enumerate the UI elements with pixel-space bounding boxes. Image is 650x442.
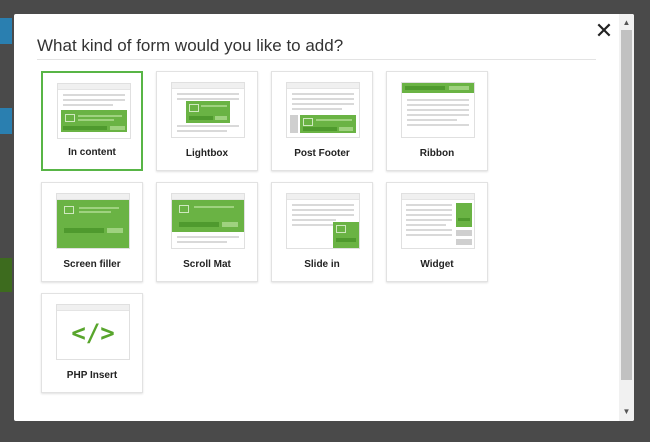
form-type-label: Screen filler	[63, 259, 121, 270]
close-icon[interactable]: ✕	[594, 20, 614, 42]
background-tab	[0, 18, 12, 44]
form-type-label: Slide in	[304, 259, 340, 270]
form-type-lightbox[interactable]: Lightbox	[156, 71, 258, 171]
form-type-label: Widget	[420, 259, 454, 270]
scroll-up-icon[interactable]: ▲	[619, 16, 634, 30]
form-type-label: Lightbox	[185, 148, 229, 159]
scroll-thumb[interactable]	[621, 30, 632, 380]
form-type-ribbon[interactable]: Ribbon	[386, 71, 488, 171]
background-image	[0, 258, 12, 292]
title-divider	[37, 59, 596, 60]
background-button	[0, 108, 12, 134]
form-type-in-content[interactable]: In content	[41, 71, 143, 171]
form-type-label: In content	[68, 147, 116, 158]
form-type-label: Ribbon	[419, 148, 455, 159]
form-type-screen-filler[interactable]: Screen filler	[41, 182, 143, 282]
modal-title: What kind of form would you like to add?	[37, 36, 344, 55]
form-type-widget[interactable]: Widget	[386, 182, 488, 282]
screen-filler-preview-icon	[56, 193, 130, 249]
in-content-preview-icon	[57, 83, 131, 139]
post-footer-preview-icon	[286, 82, 360, 138]
form-type-slide-in[interactable]: Slide in	[271, 182, 373, 282]
modal-scrollbar[interactable]: ▲ ▼	[619, 14, 634, 421]
widget-preview-icon	[401, 193, 475, 249]
php-insert-preview: </>	[56, 304, 130, 360]
ribbon-preview-icon	[401, 82, 475, 138]
form-type-php-insert[interactable]: </> PHP Insert	[41, 293, 143, 393]
form-type-label: Post Footer	[294, 148, 350, 159]
scroll-mat-preview-icon	[171, 193, 245, 249]
form-type-post-footer[interactable]: Post Footer	[271, 71, 373, 171]
code-icon: </>	[71, 319, 115, 347]
form-type-label: PHP Insert	[66, 370, 118, 381]
slide-in-preview-icon	[286, 193, 360, 249]
form-type-label: Scroll Mat	[183, 259, 231, 270]
form-type-modal: What kind of form would you like to add?…	[14, 14, 634, 421]
scroll-down-icon[interactable]: ▼	[619, 405, 634, 419]
form-type-scroll-mat[interactable]: Scroll Mat	[156, 182, 258, 282]
lightbox-preview-icon	[171, 82, 245, 138]
